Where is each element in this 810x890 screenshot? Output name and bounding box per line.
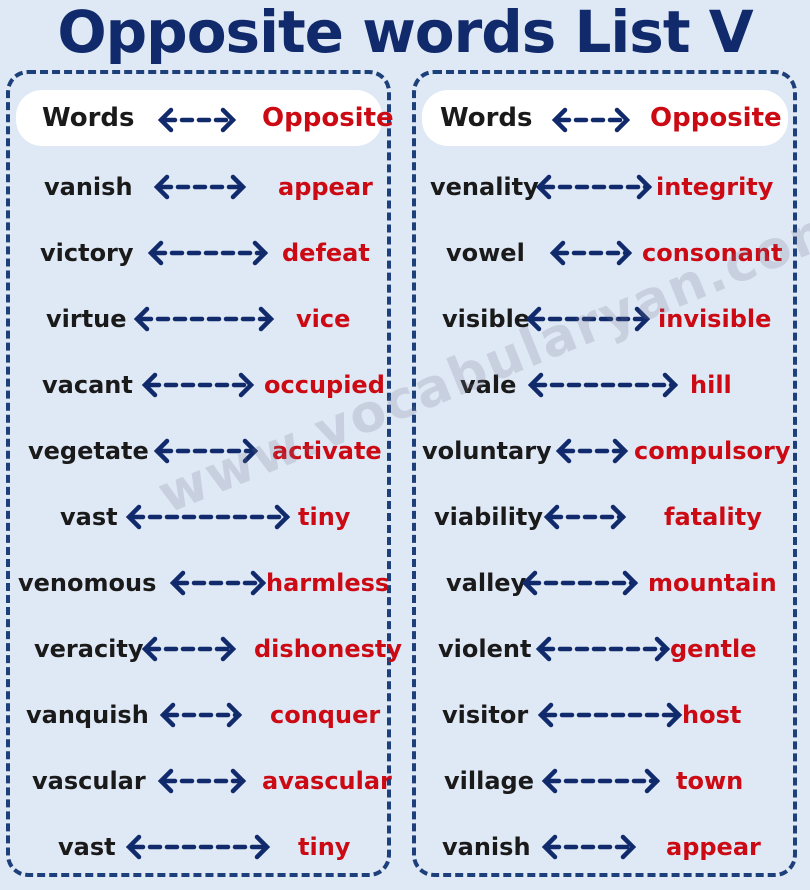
word-text: vascular: [32, 767, 146, 795]
word-text: virtue: [46, 305, 127, 333]
opposite-word-text: town: [676, 767, 744, 795]
opposite-word-text: gentle: [670, 635, 757, 663]
word-text: venality: [430, 173, 539, 201]
double-arrow-icon: [551, 107, 631, 133]
double-arrow-icon: [147, 240, 269, 266]
opposite-word-text: integrity: [656, 173, 774, 201]
double-arrow-icon: [549, 240, 633, 266]
double-arrow-icon: [141, 636, 237, 662]
word-pair-row: viability fatality: [416, 492, 793, 542]
word-pair-row: violent gentle: [416, 624, 793, 674]
opposite-word-text: defeat: [282, 239, 370, 267]
word-pair-row: venality integrity: [416, 162, 793, 212]
word-text: village: [444, 767, 534, 795]
word-text: vacant: [42, 371, 133, 399]
word-text: vowel: [446, 239, 525, 267]
word-pair-row: veracity dishonesty: [10, 624, 402, 674]
opposite-word-text: fatality: [664, 503, 762, 531]
word-text: veracity: [34, 635, 144, 663]
double-arrow-icon: [527, 372, 679, 398]
word-text: valley: [446, 569, 527, 597]
word-text: vast: [58, 833, 116, 861]
right-word-panel: Words Opposite venality integrity vowel con…: [412, 70, 797, 877]
header-opposite-label: Opposite: [262, 103, 394, 133]
double-arrow-icon: [535, 636, 671, 662]
word-pair-row: visitor host: [416, 690, 793, 740]
opposite-word-text: compulsory: [634, 437, 791, 465]
word-text: vast: [60, 503, 118, 531]
word-text: vanquish: [26, 701, 149, 729]
double-arrow-icon: [133, 306, 275, 332]
word-text: vegetate: [28, 437, 149, 465]
opposite-word-text: host: [682, 701, 742, 729]
double-arrow-icon: [537, 702, 683, 728]
double-arrow-icon: [125, 834, 271, 860]
double-arrow-icon: [159, 702, 243, 728]
word-pair-row: victory defeat: [10, 228, 387, 278]
word-text: violent: [438, 635, 532, 663]
word-pair-row: voluntary compulsory: [416, 426, 793, 476]
double-arrow-icon: [541, 768, 661, 794]
opposite-word-text: dishonesty: [254, 635, 403, 663]
opposite-word-text: appear: [666, 833, 761, 861]
opposite-word-text: mountain: [648, 569, 777, 597]
word-pair-row: vanquish conquer: [10, 690, 387, 740]
right-panel-header: Words Opposite: [422, 90, 788, 146]
opposite-word-text: appear: [278, 173, 373, 201]
header-words-label: Words: [42, 103, 135, 133]
word-pair-row: vast tiny: [10, 822, 387, 872]
double-arrow-icon: [535, 174, 653, 200]
word-text: viability: [434, 503, 544, 531]
header-words-label: Words: [440, 103, 533, 133]
word-pair-row: valley mountain: [416, 558, 793, 608]
word-pair-row: vascular avascular: [10, 756, 392, 806]
word-text: victory: [40, 239, 134, 267]
word-text: visitor: [442, 701, 529, 729]
word-pair-row: village town: [416, 756, 793, 806]
double-arrow-icon: [521, 570, 639, 596]
word-text: voluntary: [422, 437, 552, 465]
header-opposite-label: Opposite: [650, 103, 782, 133]
double-arrow-icon: [157, 768, 247, 794]
word-pair-row: vanish appear: [10, 162, 387, 212]
double-arrow-icon: [555, 438, 629, 464]
double-arrow-icon: [541, 834, 637, 860]
opposite-word-text: harmless: [266, 569, 390, 597]
double-arrow-icon: [141, 372, 255, 398]
word-pair-row: virtue vice: [10, 294, 387, 344]
opposite-word-text: hill: [690, 371, 732, 399]
word-pair-row: vanish appear: [416, 822, 793, 872]
word-text: vanish: [442, 833, 531, 861]
page-title: Opposite words List V: [57, 0, 753, 66]
opposite-word-text: conquer: [270, 701, 381, 729]
double-arrow-icon: [543, 504, 627, 530]
opposite-word-text: tiny: [298, 833, 351, 861]
double-arrow-icon: [153, 174, 247, 200]
double-arrow-icon: [157, 107, 237, 133]
word-pair-row: venomous harmless: [10, 558, 390, 608]
opposite-word-text: avascular: [262, 767, 392, 795]
word-text: venomous: [18, 569, 157, 597]
left-panel-header: Words Opposite: [16, 90, 394, 146]
opposite-word-text: tiny: [298, 503, 351, 531]
double-arrow-icon: [169, 570, 267, 596]
word-text: vanish: [44, 173, 133, 201]
opposite-word-text: vice: [296, 305, 351, 333]
